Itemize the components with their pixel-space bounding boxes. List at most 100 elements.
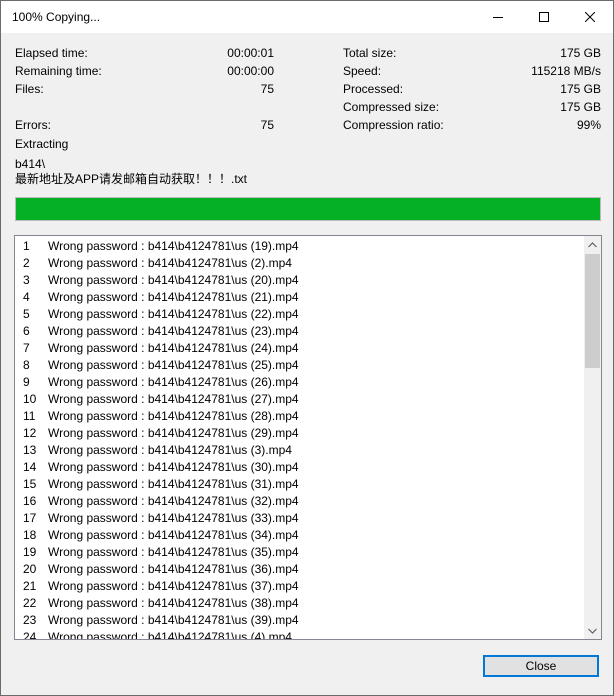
vertical-scrollbar[interactable] — [584, 236, 601, 639]
log-rows: 1 Wrong password : b414\b4124781\us (19).… — [15, 238, 583, 639]
files-label: Files: — [15, 82, 44, 96]
log-row-number: 10 — [23, 392, 37, 406]
speed-value: 115218 MB/s — [531, 64, 601, 78]
log-row[interactable]: 10 Wrong password : b414\b4124781\us (27)… — [15, 391, 583, 408]
minimize-icon — [493, 17, 503, 18]
processed-value: 175 GB — [560, 82, 601, 96]
log-row[interactable]: 2 Wrong password : b414\b4124781\us (2).m… — [15, 255, 583, 272]
remaining-time-label: Remaining time: — [15, 64, 102, 78]
log-row[interactable]: 14 Wrong password : b414\b4124781\us (30)… — [15, 459, 583, 476]
total-size-value: 175 GB — [560, 46, 601, 60]
total-size-label: Total size: — [343, 46, 397, 60]
operation-label: Extracting — [15, 137, 69, 151]
log-row[interactable]: 19 Wrong password : b414\b4124781\us (35)… — [15, 544, 583, 561]
log-row[interactable]: 12 Wrong password : b414\b4124781\us (29)… — [15, 425, 583, 442]
window-close-button[interactable] — [567, 1, 613, 33]
compression-ratio-label: Compression ratio: — [343, 118, 444, 132]
log-row[interactable]: 24 Wrong password : b414\b4124781\us (4).… — [15, 629, 583, 639]
log-row-number: 13 — [23, 443, 37, 457]
log-row-message: Wrong password : b414\b4124781\us (35).m… — [48, 545, 299, 559]
current-file: 最新地址及APP请发邮箱自动获取！！！.txt — [15, 172, 248, 186]
log-row-message: Wrong password : b414\b4124781\us (25).m… — [48, 358, 299, 372]
copy-dialog-window: 100% Copying... Elapsed time: 00:00:01 R… — [0, 0, 614, 696]
log-row-message: Wrong password : b414\b4124781\us (30).m… — [48, 460, 299, 474]
log-row-message: Wrong password : b414\b4124781\us (3).mp… — [48, 443, 292, 457]
log-row-message: Wrong password : b414\b4124781\us (33).m… — [48, 511, 299, 525]
log-row[interactable]: 21 Wrong password : b414\b4124781\us (37)… — [15, 578, 583, 595]
log-row-message: Wrong password : b414\b4124781\us (36).m… — [48, 562, 299, 576]
log-row-message: Wrong password : b414\b4124781\us (37).m… — [48, 579, 299, 593]
maximize-button[interactable] — [521, 1, 567, 33]
log-row[interactable]: 13 Wrong password : b414\b4124781\us (3).… — [15, 442, 583, 459]
log-row[interactable]: 11 Wrong password : b414\b4124781\us (28)… — [15, 408, 583, 425]
log-row-message: Wrong password : b414\b4124781\us (24).m… — [48, 341, 299, 355]
log-row-message: Wrong password : b414\b4124781\us (32).m… — [48, 494, 299, 508]
log-row-number: 14 — [23, 460, 37, 474]
log-row[interactable]: 16 Wrong password : b414\b4124781\us (32)… — [15, 493, 583, 510]
log-row-message: Wrong password : b414\b4124781\us (27).m… — [48, 392, 299, 406]
current-path: b414\ — [15, 157, 46, 171]
log-row[interactable]: 17 Wrong password : b414\b4124781\us (33)… — [15, 510, 583, 527]
log-row[interactable]: 22 Wrong password : b414\b4124781\us (38)… — [15, 595, 583, 612]
log-row-number: 20 — [23, 562, 37, 576]
chevron-down-icon — [588, 628, 597, 634]
errors-value: 75 — [260, 118, 274, 132]
log-row-number: 18 — [23, 528, 37, 542]
log-row[interactable]: 20 Wrong password : b414\b4124781\us (36)… — [15, 561, 583, 578]
close-button[interactable]: Close — [483, 655, 599, 677]
minimize-button[interactable] — [475, 1, 521, 33]
log-row-message: Wrong password : b414\b4124781\us (26).m… — [48, 375, 299, 389]
compressed-size-label: Compressed size: — [343, 100, 440, 114]
compressed-size-value: 175 GB — [560, 100, 601, 114]
errors-label: Errors: — [15, 118, 51, 132]
log-row[interactable]: 8 Wrong password : b414\b4124781\us (25).… — [15, 357, 583, 374]
progress-bar — [15, 197, 601, 221]
log-row-number: 8 — [23, 358, 30, 372]
log-row[interactable]: 15 Wrong password : b414\b4124781\us (31)… — [15, 476, 583, 493]
speed-label: Speed: — [343, 64, 382, 78]
log-row[interactable]: 18 Wrong password : b414\b4124781\us (34)… — [15, 527, 583, 544]
window-title: 100% Copying... — [12, 10, 101, 24]
log-row-message: Wrong password : b414\b4124781\us (20).m… — [48, 273, 299, 287]
scroll-up-button[interactable] — [584, 236, 601, 253]
log-row[interactable]: 3 Wrong password : b414\b4124781\us (20).… — [15, 272, 583, 289]
log-row[interactable]: 4 Wrong password : b414\b4124781\us (21).… — [15, 289, 583, 306]
log-row[interactable]: 1 Wrong password : b414\b4124781\us (19).… — [15, 238, 583, 255]
elapsed-time-value: 00:00:01 — [227, 46, 274, 60]
log-row-message: Wrong password : b414\b4124781\us (29).m… — [48, 426, 299, 440]
log-row[interactable]: 7 Wrong password : b414\b4124781\us (24).… — [15, 340, 583, 357]
log-row-number: 19 — [23, 545, 37, 559]
scrollbar-thumb[interactable] — [585, 254, 600, 368]
log-row-number: 1 — [23, 239, 30, 253]
title-bar[interactable]: 100% Copying... — [1, 1, 613, 33]
log-row-message: Wrong password : b414\b4124781\us (28).m… — [48, 409, 299, 423]
log-row-message: Wrong password : b414\b4124781\us (31).m… — [48, 477, 299, 491]
close-icon — [585, 12, 595, 22]
log-row-message: Wrong password : b414\b4124781\us (34).m… — [48, 528, 299, 542]
chevron-up-icon — [588, 241, 597, 247]
message-log[interactable]: 1 Wrong password : b414\b4124781\us (19).… — [14, 235, 602, 640]
files-value: 75 — [260, 82, 274, 96]
log-row-number: 5 — [23, 307, 30, 321]
log-row-number: 4 — [23, 290, 30, 304]
log-row-message: Wrong password : b414\b4124781\us (22).m… — [48, 307, 299, 321]
log-row-number: 17 — [23, 511, 37, 525]
log-row-message: Wrong password : b414\b4124781\us (39).m… — [48, 613, 299, 627]
log-row[interactable]: 23 Wrong password : b414\b4124781\us (39)… — [15, 612, 583, 629]
log-row-message: Wrong password : b414\b4124781\us (21).m… — [48, 290, 299, 304]
log-row-number: 21 — [23, 579, 37, 593]
log-row-number: 15 — [23, 477, 37, 491]
log-row-number: 3 — [23, 273, 30, 287]
log-row-number: 9 — [23, 375, 30, 389]
log-row[interactable]: 9 Wrong password : b414\b4124781\us (26).… — [15, 374, 583, 391]
log-row[interactable]: 5 Wrong password : b414\b4124781\us (22).… — [15, 306, 583, 323]
log-row-number: 12 — [23, 426, 37, 440]
progress-bar-fill — [16, 198, 600, 220]
scroll-down-button[interactable] — [584, 622, 601, 639]
compression-ratio-value: 99% — [576, 118, 601, 132]
log-row-number: 16 — [23, 494, 37, 508]
log-row-number: 23 — [23, 613, 37, 627]
log-row[interactable]: 6 Wrong password : b414\b4124781\us (23).… — [15, 323, 583, 340]
log-row-number: 6 — [23, 324, 30, 338]
close-button-label: Close — [525, 659, 557, 673]
